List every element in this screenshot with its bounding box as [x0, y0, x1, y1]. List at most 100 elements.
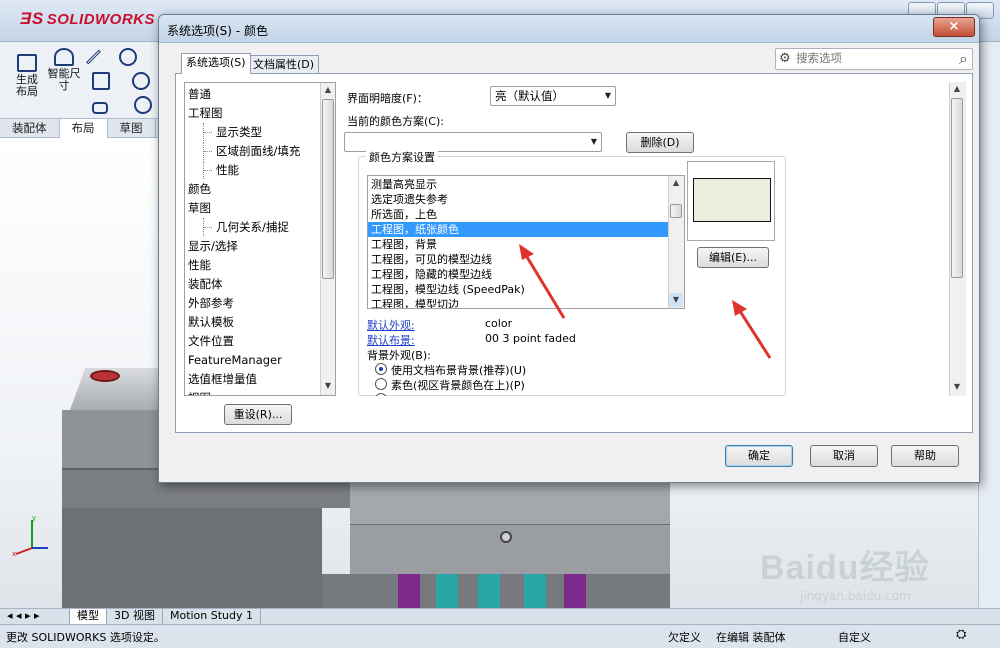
tree-item[interactable]: 性能	[188, 256, 211, 274]
generate-layout-button[interactable]: 生成 布局	[12, 54, 42, 98]
svg-text:y: y	[32, 516, 36, 522]
tab-nav-arrows[interactable]: ◂ ◂ ▸ ▸	[0, 609, 70, 624]
default-appearance-link[interactable]: 默认外观:	[367, 317, 415, 333]
tab-motion-study[interactable]: Motion Study 1	[163, 609, 262, 624]
help-button[interactable]: 帮助	[891, 445, 959, 467]
scheme-list-item[interactable]: 测量高亮显示	[368, 177, 668, 192]
tree-scrollbar[interactable]: ▲ ▼	[320, 83, 335, 395]
tree-item[interactable]: 几何关系/捕捉	[203, 218, 289, 236]
background-option-plain[interactable]: 素色(视区背景颜色在上)(P)	[391, 377, 525, 393]
background-radio-gradient[interactable]	[375, 393, 387, 396]
spline-icon[interactable]	[131, 72, 150, 90]
background-radio-plain[interactable]	[375, 378, 387, 390]
sketch-tools-row3	[92, 96, 152, 117]
tab-assembly[interactable]: 装配体	[0, 119, 60, 138]
rebuild-icon[interactable]: ⛭	[956, 627, 966, 642]
tab-document-properties[interactable]: 文档属性(D)	[248, 55, 320, 74]
delete-scheme-button[interactable]: 删除(D)	[626, 132, 694, 153]
tree-item[interactable]: 工程图	[188, 104, 223, 122]
tab-layout[interactable]: 布局	[59, 119, 108, 138]
tab-sketch[interactable]: 草图	[108, 119, 156, 138]
background-radio-document[interactable]	[375, 363, 387, 375]
command-tabs: 装配体 布局 草图	[0, 118, 160, 138]
smart-dimension-icon	[54, 48, 74, 66]
slot-icon[interactable]	[92, 102, 108, 114]
scheme-settings-title: 颜色方案设置	[366, 149, 438, 165]
tree-item[interactable]: FeatureManager	[188, 351, 282, 369]
status-editing: 在编辑 装配体	[716, 631, 786, 644]
ejector-pin	[524, 574, 546, 608]
tree-item[interactable]: 默认模板	[188, 313, 234, 331]
chevron-down-icon: ▼	[604, 91, 611, 100]
scroll-down-arrow-icon[interactable]: ▼	[950, 380, 964, 394]
tree-item[interactable]: 普通	[188, 85, 211, 103]
task-pane-strip[interactable]	[978, 42, 1000, 608]
annotation-arrow-icon	[732, 300, 772, 359]
annotation-arrow-icon	[519, 244, 566, 319]
scroll-up-arrow-icon[interactable]: ▲	[669, 176, 683, 190]
tree-item[interactable]: 显示/选择	[188, 237, 238, 255]
scroll-thumb[interactable]	[670, 204, 682, 218]
default-scene-link[interactable]: 默认布景:	[367, 332, 415, 348]
scroll-down-arrow-icon[interactable]: ▼	[321, 379, 335, 393]
circle-icon[interactable]	[118, 48, 137, 66]
tree-item[interactable]: 颜色	[188, 180, 211, 198]
background-option-document[interactable]: 使用文档布景背景(推荐)(U)	[391, 362, 526, 378]
status-custom-units[interactable]: 自定义	[838, 629, 871, 645]
tab-system-options[interactable]: 系统选项(S)	[181, 53, 251, 74]
smart-dimension-button[interactable]: 智能尺 寸	[44, 48, 84, 92]
ejector-pin	[478, 574, 500, 608]
options-tree[interactable]: 普通 工程图 显示类型 区域剖面线/填充 性能 颜色 草图 几何关系/捕捉 显示/选择 性能 装配体…	[184, 82, 336, 396]
default-appearance-value: color	[485, 317, 513, 330]
search-options-field[interactable]: ⚙ ⌕	[775, 48, 973, 70]
tree-item[interactable]: 区域剖面线/填充	[203, 142, 300, 160]
tree-item[interactable]: 显示类型	[203, 123, 262, 141]
dialog-titlebar: 系统选项(S) - 颜色 ×	[159, 15, 979, 43]
reset-button[interactable]: 重设(R)...	[224, 404, 292, 425]
search-icon[interactable]: ⌕	[959, 49, 968, 69]
tree-item[interactable]: 草图	[188, 199, 211, 217]
scroll-thumb[interactable]	[322, 99, 334, 279]
watermark-url: jingyan.baidu.com	[800, 589, 911, 603]
tree-item[interactable]: 性能	[203, 161, 239, 179]
chevron-down-icon: ▼	[590, 137, 597, 146]
hole	[500, 531, 512, 543]
tree-item[interactable]: 装配体	[188, 275, 223, 293]
search-input[interactable]	[796, 51, 946, 65]
ok-button[interactable]: 确定	[725, 445, 793, 467]
edit-color-button[interactable]: 编辑(E)...	[697, 247, 769, 268]
scroll-down-arrow-icon[interactable]: ▼	[669, 293, 683, 307]
tree-item[interactable]: 外部参考	[188, 294, 234, 312]
brightness-label: 界面明暗度(F)：	[347, 92, 428, 105]
tree-item[interactable]: 选值框增量值	[188, 370, 257, 388]
reference-triad-icon: y x	[12, 516, 48, 556]
model-view-tabs: ◂ ◂ ▸ ▸ 模型 3D 视图 Motion Study 1	[0, 608, 1000, 624]
watermark-text: Baidu经验	[760, 549, 930, 587]
dialog-close-button[interactable]: ×	[933, 17, 975, 37]
cancel-button[interactable]: 取消	[810, 445, 878, 467]
color-settings-pane: 界面明暗度(F)： 亮（默认值） ▼ 当前的颜色方案(C): ▼ 删除(D) 测…	[344, 82, 966, 396]
brightness-value: 亮（默认值）	[495, 89, 564, 103]
tree-item[interactable]: 文件位置	[188, 332, 234, 350]
system-options-dialog: 系统选项(S) - 颜色 × ⚙ ⌕ 系统选项(S) 文档属性(D) 普通工程图…	[158, 14, 980, 483]
rectangle-icon[interactable]	[92, 72, 110, 90]
scheme-list-item[interactable]: 工程图，纸张颜色	[368, 222, 668, 237]
scroll-thumb[interactable]	[951, 98, 963, 278]
list-scrollbar[interactable]: ▲ ▼	[668, 176, 684, 308]
tree-item[interactable]: 视图	[188, 389, 211, 395]
polygon-icon[interactable]	[133, 96, 152, 114]
scheme-list-item[interactable]: 选定项遗失参考	[368, 192, 668, 207]
generate-layout-label: 生成 布局	[16, 73, 38, 98]
smart-dimension-label: 智能尺 寸	[47, 67, 81, 92]
gear-icon[interactable]: ⚙	[779, 51, 791, 66]
tab-model[interactable]: 模型	[70, 609, 107, 624]
scroll-up-arrow-icon[interactable]: ▲	[950, 82, 964, 96]
line-icon[interactable]	[86, 49, 101, 65]
scroll-up-arrow-icon[interactable]: ▲	[321, 83, 335, 97]
scheme-list-item[interactable]: 所选面，上色	[368, 207, 668, 222]
tab-3d-view[interactable]: 3D 视图	[107, 609, 163, 624]
options-content-frame: 普通 工程图 显示类型 区域剖面线/填充 性能 颜色 草图 几何关系/捕捉 显示/选择 性能 装配体…	[175, 73, 973, 433]
status-under-defined: 欠定义	[668, 631, 701, 644]
brightness-select[interactable]: 亮（默认值） ▼	[490, 86, 616, 106]
pane-scrollbar[interactable]: ▲ ▼	[949, 82, 966, 396]
